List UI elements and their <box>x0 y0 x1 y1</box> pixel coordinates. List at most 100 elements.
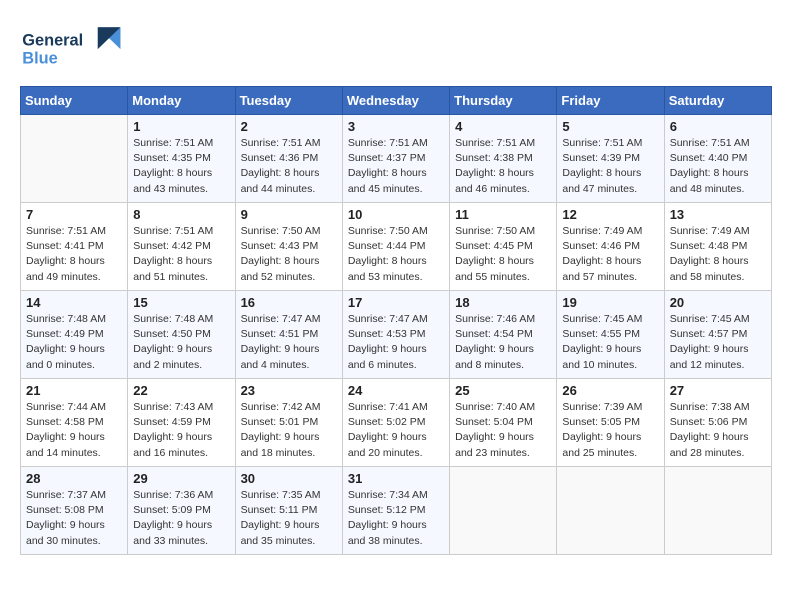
calendar-cell: 15 Sunrise: 7:48 AM Sunset: 4:50 PM Dayli… <box>128 291 235 379</box>
day-header-thursday: Thursday <box>450 87 557 115</box>
day-number: 17 <box>348 295 444 310</box>
calendar-cell: 17 Sunrise: 7:47 AM Sunset: 4:53 PM Dayli… <box>342 291 449 379</box>
day-info: Sunrise: 7:50 AM Sunset: 4:43 PM Dayligh… <box>241 224 337 285</box>
day-info: Sunrise: 7:48 AM Sunset: 4:49 PM Dayligh… <box>26 312 122 373</box>
week-row-2: 7 Sunrise: 7:51 AM Sunset: 4:41 PM Daylig… <box>21 203 772 291</box>
day-info: Sunrise: 7:35 AM Sunset: 5:11 PM Dayligh… <box>241 488 337 549</box>
day-info: Sunrise: 7:50 AM Sunset: 4:44 PM Dayligh… <box>348 224 444 285</box>
calendar-cell: 28Sunrise: 7:37 AM Sunset: 5:08 PM Dayli… <box>21 467 128 555</box>
day-info: Sunrise: 7:38 AM Sunset: 5:06 PM Dayligh… <box>670 400 766 461</box>
day-number: 13 <box>670 207 766 222</box>
day-number: 24 <box>348 383 444 398</box>
day-number: 18 <box>455 295 551 310</box>
calendar-cell: 2 Sunrise: 7:51 AM Sunset: 4:36 PM Daylig… <box>235 115 342 203</box>
day-number: 3 <box>348 119 444 134</box>
calendar-table: SundayMondayTuesdayWednesdayThursdayFrid… <box>20 86 772 555</box>
calendar-cell: 8 Sunrise: 7:51 AM Sunset: 4:42 PM Daylig… <box>128 203 235 291</box>
calendar-cell <box>557 467 664 555</box>
day-number: 9 <box>241 207 337 222</box>
week-row-4: 21Sunrise: 7:44 AM Sunset: 4:58 PM Dayli… <box>21 379 772 467</box>
day-info: Sunrise: 7:36 AM Sunset: 5:09 PM Dayligh… <box>133 488 229 549</box>
calendar-cell: 9 Sunrise: 7:50 AM Sunset: 4:43 PM Daylig… <box>235 203 342 291</box>
calendar-cell: 10 Sunrise: 7:50 AM Sunset: 4:44 PM Dayli… <box>342 203 449 291</box>
calendar-cell: 22Sunrise: 7:43 AM Sunset: 4:59 PM Dayli… <box>128 379 235 467</box>
day-number: 27 <box>670 383 766 398</box>
logo: General Blue <box>20 20 130 70</box>
day-number: 11 <box>455 207 551 222</box>
week-row-3: 14 Sunrise: 7:48 AM Sunset: 4:49 PM Dayli… <box>21 291 772 379</box>
day-info: Sunrise: 7:51 AM Sunset: 4:38 PM Dayligh… <box>455 136 551 197</box>
calendar-cell: 12 Sunrise: 7:49 AM Sunset: 4:46 PM Dayli… <box>557 203 664 291</box>
day-number: 16 <box>241 295 337 310</box>
calendar-cell: 16 Sunrise: 7:47 AM Sunset: 4:51 PM Dayli… <box>235 291 342 379</box>
calendar-cell: 26Sunrise: 7:39 AM Sunset: 5:05 PM Dayli… <box>557 379 664 467</box>
day-header-tuesday: Tuesday <box>235 87 342 115</box>
day-info: Sunrise: 7:41 AM Sunset: 5:02 PM Dayligh… <box>348 400 444 461</box>
calendar-cell: 18 Sunrise: 7:46 AM Sunset: 4:54 PM Dayli… <box>450 291 557 379</box>
svg-text:Blue: Blue <box>22 50 57 68</box>
calendar-cell: 23Sunrise: 7:42 AM Sunset: 5:01 PM Dayli… <box>235 379 342 467</box>
day-info: Sunrise: 7:45 AM Sunset: 4:57 PM Dayligh… <box>670 312 766 373</box>
calendar-cell: 14 Sunrise: 7:48 AM Sunset: 4:49 PM Dayli… <box>21 291 128 379</box>
day-info: Sunrise: 7:51 AM Sunset: 4:37 PM Dayligh… <box>348 136 444 197</box>
day-info: Sunrise: 7:47 AM Sunset: 4:53 PM Dayligh… <box>348 312 444 373</box>
calendar-cell: 13 Sunrise: 7:49 AM Sunset: 4:48 PM Dayli… <box>664 203 771 291</box>
calendar-cell: 11 Sunrise: 7:50 AM Sunset: 4:45 PM Dayli… <box>450 203 557 291</box>
day-info: Sunrise: 7:51 AM Sunset: 4:42 PM Dayligh… <box>133 224 229 285</box>
calendar-cell: 25 Sunrise: 7:40 AM Sunset: 5:04 PM Dayli… <box>450 379 557 467</box>
day-header-saturday: Saturday <box>664 87 771 115</box>
calendar-cell: 19 Sunrise: 7:45 AM Sunset: 4:55 PM Dayli… <box>557 291 664 379</box>
day-number: 31 <box>348 471 444 486</box>
day-info: Sunrise: 7:47 AM Sunset: 4:51 PM Dayligh… <box>241 312 337 373</box>
day-info: Sunrise: 7:49 AM Sunset: 4:48 PM Dayligh… <box>670 224 766 285</box>
day-header-friday: Friday <box>557 87 664 115</box>
day-info: Sunrise: 7:51 AM Sunset: 4:41 PM Dayligh… <box>26 224 122 285</box>
day-header-monday: Monday <box>128 87 235 115</box>
calendar-cell <box>450 467 557 555</box>
calendar-cell: 29 Sunrise: 7:36 AM Sunset: 5:09 PM Dayli… <box>128 467 235 555</box>
day-info: Sunrise: 7:45 AM Sunset: 4:55 PM Dayligh… <box>562 312 658 373</box>
day-info: Sunrise: 7:51 AM Sunset: 4:36 PM Dayligh… <box>241 136 337 197</box>
day-number: 20 <box>670 295 766 310</box>
header-row: SundayMondayTuesdayWednesdayThursdayFrid… <box>21 87 772 115</box>
page-header: General Blue <box>20 20 772 70</box>
calendar-cell: 21Sunrise: 7:44 AM Sunset: 4:58 PM Dayli… <box>21 379 128 467</box>
day-number: 7 <box>26 207 122 222</box>
day-info: Sunrise: 7:51 AM Sunset: 4:40 PM Dayligh… <box>670 136 766 197</box>
day-header-sunday: Sunday <box>21 87 128 115</box>
calendar-cell: 30Sunrise: 7:35 AM Sunset: 5:11 PM Dayli… <box>235 467 342 555</box>
calendar-cell: 27 Sunrise: 7:38 AM Sunset: 5:06 PM Dayli… <box>664 379 771 467</box>
day-number: 15 <box>133 295 229 310</box>
day-number: 14 <box>26 295 122 310</box>
calendar-cell: 3 Sunrise: 7:51 AM Sunset: 4:37 PM Daylig… <box>342 115 449 203</box>
day-number: 29 <box>133 471 229 486</box>
day-number: 2 <box>241 119 337 134</box>
day-number: 19 <box>562 295 658 310</box>
day-info: Sunrise: 7:49 AM Sunset: 4:46 PM Dayligh… <box>562 224 658 285</box>
calendar-cell <box>664 467 771 555</box>
logo-svg: General Blue <box>20 20 130 70</box>
week-row-1: 1Sunrise: 7:51 AM Sunset: 4:35 PM Daylig… <box>21 115 772 203</box>
calendar-cell: 4 Sunrise: 7:51 AM Sunset: 4:38 PM Daylig… <box>450 115 557 203</box>
day-info: Sunrise: 7:39 AM Sunset: 5:05 PM Dayligh… <box>562 400 658 461</box>
calendar-cell: 5 Sunrise: 7:51 AM Sunset: 4:39 PM Daylig… <box>557 115 664 203</box>
day-info: Sunrise: 7:51 AM Sunset: 4:39 PM Dayligh… <box>562 136 658 197</box>
day-info: Sunrise: 7:46 AM Sunset: 4:54 PM Dayligh… <box>455 312 551 373</box>
day-info: Sunrise: 7:37 AM Sunset: 5:08 PM Dayligh… <box>26 488 122 549</box>
day-number: 12 <box>562 207 658 222</box>
day-number: 21 <box>26 383 122 398</box>
calendar-cell: 31Sunrise: 7:34 AM Sunset: 5:12 PM Dayli… <box>342 467 449 555</box>
day-info: Sunrise: 7:50 AM Sunset: 4:45 PM Dayligh… <box>455 224 551 285</box>
svg-text:General: General <box>22 31 83 49</box>
day-number: 25 <box>455 383 551 398</box>
calendar-cell: 24 Sunrise: 7:41 AM Sunset: 5:02 PM Dayli… <box>342 379 449 467</box>
day-number: 10 <box>348 207 444 222</box>
day-number: 8 <box>133 207 229 222</box>
day-info: Sunrise: 7:48 AM Sunset: 4:50 PM Dayligh… <box>133 312 229 373</box>
day-number: 5 <box>562 119 658 134</box>
day-info: Sunrise: 7:40 AM Sunset: 5:04 PM Dayligh… <box>455 400 551 461</box>
day-number: 4 <box>455 119 551 134</box>
calendar-cell: 6Sunrise: 7:51 AM Sunset: 4:40 PM Daylig… <box>664 115 771 203</box>
day-info: Sunrise: 7:42 AM Sunset: 5:01 PM Dayligh… <box>241 400 337 461</box>
day-number: 22 <box>133 383 229 398</box>
